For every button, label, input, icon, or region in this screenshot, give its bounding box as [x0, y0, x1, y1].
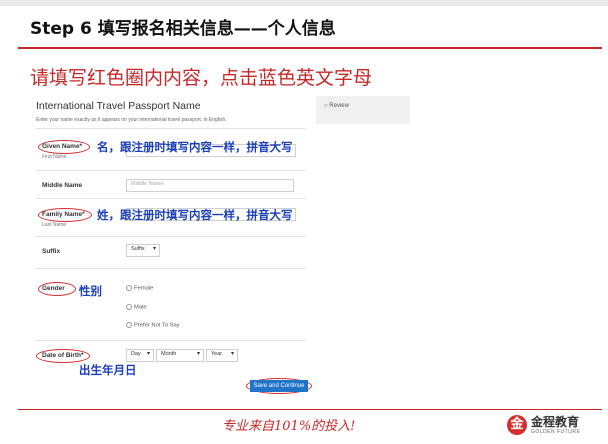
gender-option-female[interactable]: Female: [126, 285, 153, 292]
sidebar-review[interactable]: ○ Review: [316, 96, 410, 124]
chevron-down-icon: ▾: [152, 245, 156, 252]
annotation-gender: 性别: [79, 284, 102, 298]
family-name-label: Family Name*: [42, 211, 85, 218]
gender-option-label: Female: [134, 285, 154, 292]
gender-label: Gender: [42, 285, 65, 292]
divider: [36, 340, 306, 341]
suffix-select[interactable]: Suffix ▾: [126, 244, 160, 257]
dob-month-select[interactable]: Month ▾: [156, 349, 204, 362]
footer-divider: [18, 409, 602, 410]
radio-icon: [126, 304, 132, 310]
divider: [36, 128, 306, 129]
gender-option-male[interactable]: Male: [126, 304, 147, 311]
brand-name-en: GOLDEN FUTURE: [531, 429, 581, 435]
divider: [36, 170, 306, 171]
gender-option-label: Prefer Not To Say: [134, 322, 180, 329]
top-band: [0, 0, 608, 6]
suffix-label: Suffix: [42, 248, 61, 255]
divider: [36, 268, 306, 269]
slide: Step 6 填写报名相关信息——个人信息 请填写红色圈内内容，点击蓝色英文字母…: [0, 0, 608, 444]
form-title: International Travel Passport Name: [36, 100, 201, 112]
chevron-down-icon: ▾: [196, 350, 200, 357]
slide-title: Step 6 填写报名相关信息——个人信息: [30, 19, 336, 39]
instruction-text: 请填写红色圈内内容，点击蓝色英文字母: [30, 67, 373, 89]
annotation-family-name: 姓，跟注册时填写内容一样，拼音大写: [97, 208, 293, 222]
middle-name-input[interactable]: Middle Name: [126, 179, 294, 192]
chevron-down-icon: ▾: [230, 350, 234, 357]
title-divider: [18, 47, 602, 49]
footer-slogan: 专业来自101%的投入!: [222, 419, 356, 434]
chevron-down-icon: ▾: [146, 350, 150, 357]
dob-label: Date of Birth*: [42, 352, 84, 359]
save-and-continue-button[interactable]: Save and Continue: [250, 380, 308, 392]
radio-icon: [126, 285, 132, 291]
review-label: Review: [329, 103, 349, 109]
given-name-label: Given Name*: [42, 143, 83, 150]
dob-year-select[interactable]: Year ▾: [206, 349, 238, 362]
dob-year-value: Year: [211, 351, 223, 357]
given-name-sublabel: First Name: [42, 154, 67, 160]
divider: [36, 236, 306, 237]
divider: [36, 198, 306, 199]
brand-name: 金程教育: [531, 415, 580, 429]
dob-month-value: Month: [161, 351, 177, 357]
annotation-given-name: 名，跟注册时填写内容一样，拼音大写: [97, 140, 293, 154]
brand-logo-icon: 金: [507, 415, 527, 435]
middle-name-label: Middle Name: [42, 182, 83, 189]
dob-day-select[interactable]: Day ▾: [126, 349, 154, 362]
dob-day-value: Day: [131, 351, 141, 357]
suffix-value: Suffix: [131, 246, 145, 252]
family-name-sublabel: Last Name: [42, 222, 67, 228]
gender-option-prefer-not[interactable]: Prefer Not To Say: [126, 322, 180, 329]
form-subtitle: Enter your name exactly as it appears on…: [36, 117, 227, 123]
annotation-dob: 出生年月日: [79, 363, 137, 377]
gender-option-label: Male: [134, 304, 147, 311]
radio-icon: [126, 322, 132, 328]
middle-name-placeholder: Middle Name: [131, 181, 164, 187]
review-link[interactable]: ○ Review: [324, 103, 349, 109]
